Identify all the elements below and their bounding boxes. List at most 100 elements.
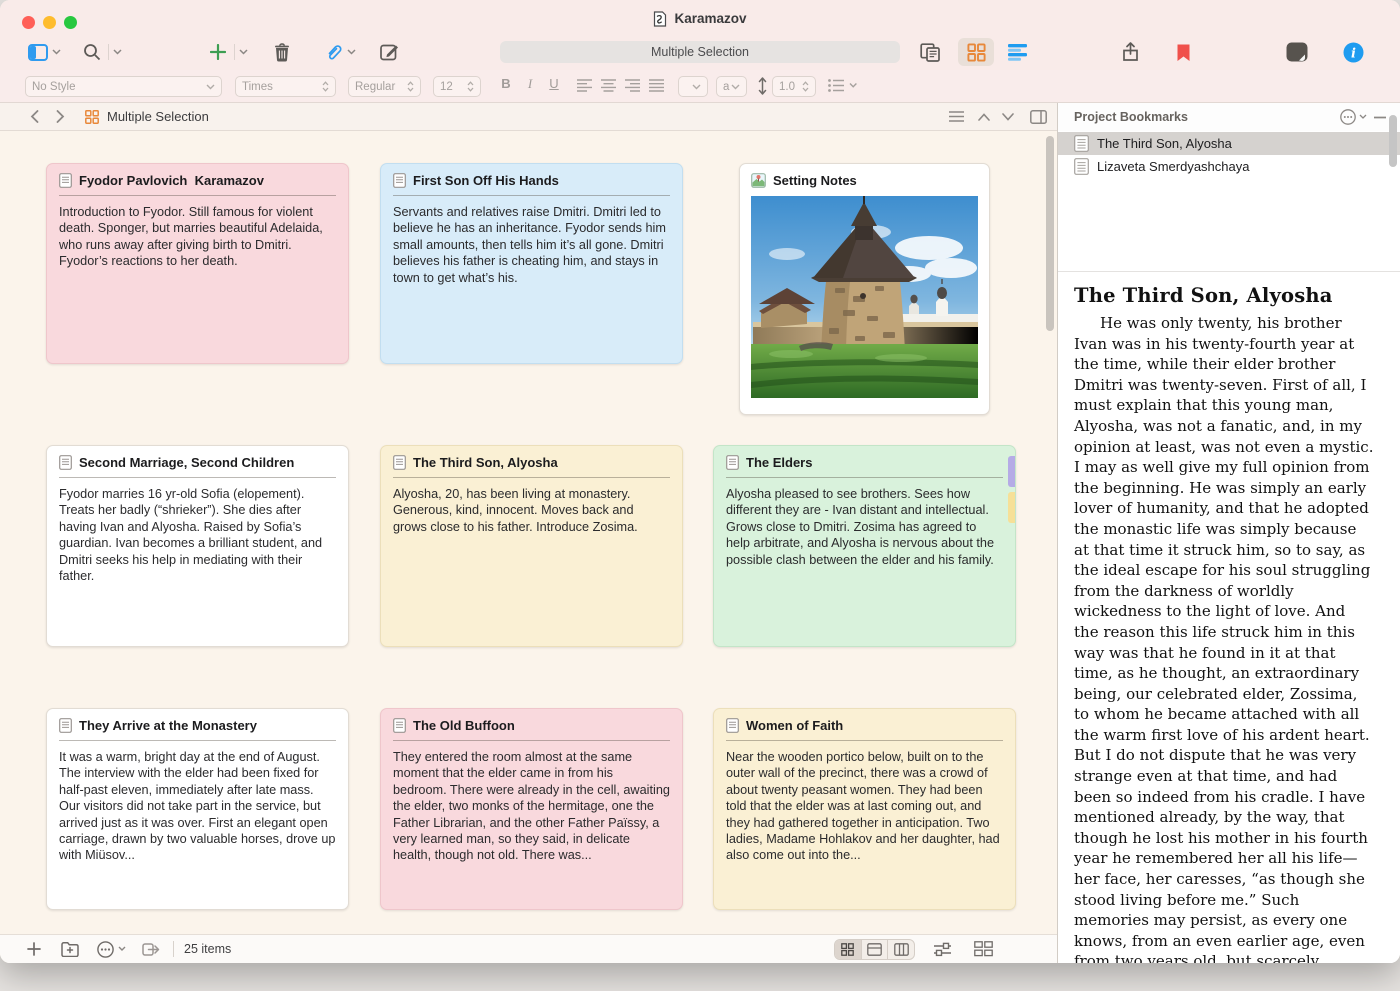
underline-button[interactable]: U (544, 76, 564, 91)
preview-heading: The Third Son, Alyosha (1074, 284, 1374, 307)
document-icon (59, 173, 72, 188)
align-center-button[interactable] (601, 79, 616, 92)
document-icon (393, 455, 406, 470)
items-count: 25 items (184, 942, 231, 956)
share-button[interactable] (1122, 38, 1139, 66)
corkboard-freeform-mode-button[interactable] (862, 940, 889, 959)
index-card-fyodor[interactable]: Fyodor Pavlovich Karamazov Introduction … (46, 163, 349, 364)
outline-view-button[interactable] (1008, 38, 1027, 66)
bookmark-preview-editor[interactable]: The Third Son, Alyosha He was only twent… (1058, 272, 1400, 963)
bookmark-label: The Third Son, Alyosha (1097, 136, 1232, 151)
add-item-button[interactable] (210, 38, 248, 66)
scrivenings-view-button[interactable] (920, 38, 940, 66)
add-folder-button[interactable] (61, 941, 79, 957)
index-card-setting-notes[interactable]: Setting Notes (739, 163, 990, 415)
editor-header-title: Multiple Selection (107, 109, 209, 124)
attach-button[interactable] (325, 38, 356, 66)
index-card-first-son[interactable]: First Son Off His Hands Servants and rel… (380, 163, 683, 364)
preview-body: He was only twenty, his brother Ivan was… (1074, 313, 1374, 963)
bookmarks-panel: Project Bookmarks The Third Son, Alyosha… (1058, 103, 1400, 963)
trash-icon (273, 43, 291, 62)
corkboard-scrollbar[interactable] (1046, 136, 1054, 331)
index-card-arrive-monastery[interactable]: They Arrive at the Monastery It was a wa… (46, 708, 349, 910)
index-card-third-son[interactable]: The Third Son, Alyosha Alyosha, 20, has … (380, 445, 683, 647)
corkboard[interactable]: Fyodor Pavlovich Karamazov Introduction … (0, 132, 1057, 934)
bookmarks-panel-title: Project Bookmarks (1074, 110, 1188, 124)
info-icon: i (1343, 42, 1364, 63)
stepper-icon (322, 81, 329, 92)
index-card-elders[interactable]: The Elders Alyosha pleased to see brothe… (713, 445, 1016, 647)
compose-mode-button[interactable] (1286, 38, 1308, 66)
document-icon (1074, 158, 1089, 175)
trash-button[interactable] (273, 38, 291, 66)
compose-note-button[interactable] (380, 38, 399, 66)
document-icon (59, 455, 72, 470)
edit-square-icon (380, 43, 399, 61)
line-spacing-icon (758, 77, 767, 95)
toolbar-selection-field[interactable]: Multiple Selection (500, 41, 900, 63)
corkboard-view-button[interactable] (958, 38, 994, 66)
document-icon (726, 455, 739, 470)
align-right-button[interactable] (625, 79, 640, 92)
search-button[interactable] (83, 38, 122, 66)
font-variant-select[interactable]: Regular (348, 76, 421, 97)
text-color-select[interactable] (678, 76, 708, 97)
inspector-info-button[interactable]: i (1343, 38, 1364, 66)
app-document-icon (653, 11, 667, 27)
chevron-down-icon (347, 49, 356, 55)
bookmarks-panel-header: Project Bookmarks (1058, 103, 1400, 131)
line-spacing-select[interactable]: 1.0 (772, 76, 816, 97)
align-justify-button[interactable] (649, 79, 664, 92)
corkboard-grid-mode-button[interactable] (835, 940, 862, 959)
bookmark-item[interactable]: The Third Son, Alyosha (1058, 132, 1400, 155)
corkboard-options-button[interactable] (934, 942, 951, 957)
italic-button[interactable]: I (520, 76, 540, 92)
card-size-button[interactable] (974, 941, 993, 957)
window-title-area: Karamazov (0, 0, 1400, 37)
desktop-background (0, 977, 1400, 991)
keyword-chip (1008, 492, 1015, 523)
chevron-down-icon (206, 84, 215, 90)
add-document-button[interactable] (27, 942, 41, 956)
outline-icon (1008, 44, 1027, 61)
preview-scrollbar[interactable] (1389, 115, 1397, 167)
style-select[interactable]: No Style (25, 76, 222, 97)
index-card-second-marriage[interactable]: Second Marriage, Second Children Fyodor … (46, 445, 349, 647)
corkboard-icon (967, 43, 986, 62)
svg-text:i: i (1351, 46, 1356, 61)
index-card-women-of-faith[interactable]: Women of Faith Near the wooden portico b… (713, 708, 1016, 910)
split-editor-button[interactable] (1030, 110, 1047, 124)
align-left-button[interactable] (577, 79, 592, 92)
chevron-down-icon (1359, 114, 1367, 120)
bookmarks-button[interactable] (1176, 38, 1191, 66)
item-menu-button[interactable] (97, 941, 126, 958)
collapse-panel-button[interactable] (1374, 116, 1386, 119)
next-document-button[interactable] (1002, 113, 1014, 121)
corkboard-arrange-mode-button[interactable] (888, 940, 914, 959)
paperclip-icon (325, 43, 343, 61)
index-card-old-buffoon[interactable]: The Old Buffoon They entered the room al… (380, 708, 683, 910)
compose-mode-icon (1286, 42, 1308, 62)
move-to-button[interactable] (142, 942, 161, 957)
bookmarks-menu-button[interactable] (1340, 109, 1367, 125)
font-size-select[interactable]: 12 (433, 76, 481, 97)
sidebar-icon (28, 44, 48, 61)
bookmark-item[interactable]: Lizaveta Smerdyashchaya (1058, 155, 1400, 178)
list-style-button[interactable] (828, 79, 858, 92)
history-forward-button[interactable] (56, 110, 65, 123)
app-window: Karamazov Multiple Selection (0, 0, 1400, 963)
stepper-icon (802, 81, 809, 92)
history-back-button[interactable] (30, 110, 39, 123)
titlebar: Karamazov (0, 0, 1400, 37)
header-menu-button[interactable] (949, 111, 964, 122)
share-icon (1122, 42, 1139, 62)
bookmark-label: Lizaveta Smerdyashchaya (1097, 159, 1249, 174)
font-select[interactable]: Times (235, 76, 336, 97)
binder-sidebar-toggle-button[interactable] (28, 38, 61, 66)
highlight-color-select[interactable]: a (716, 76, 747, 97)
editor-pane: Multiple Selection Fyodor Pavlovich Kara… (0, 103, 1057, 963)
bold-button[interactable]: B (496, 76, 516, 91)
stepper-icon (407, 81, 414, 92)
previous-document-button[interactable] (978, 113, 990, 121)
document-icon (726, 718, 739, 733)
